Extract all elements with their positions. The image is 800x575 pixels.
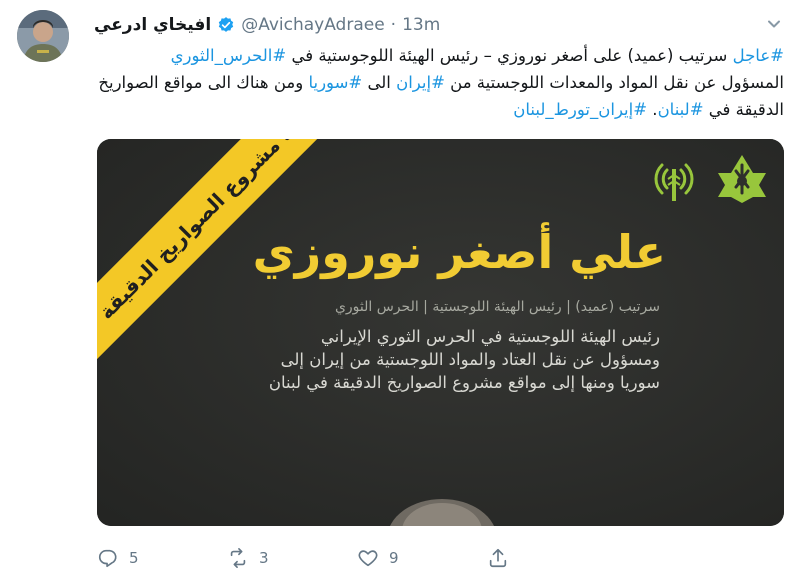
- reply-icon: [98, 549, 117, 568]
- retweet-button[interactable]: 3: [227, 547, 357, 569]
- tweet-text: #عاجل سرتيب (عميد) على أصغر نوروزي – رئي…: [94, 42, 784, 123]
- separator-dot: ·: [390, 15, 397, 35]
- tweet-text-line-2: المسؤول عن نقل المواد والمعدات اللوجستية…: [94, 69, 784, 96]
- share-icon: [489, 548, 507, 568]
- tweet-media-image[interactable]: قادة مشروع الصواريخ الدقيقة علي أصغر نور…: [97, 139, 784, 526]
- tweet-text-segment: سرتيب (عميد) على أصغر نوروزي – رئيس الهي…: [286, 46, 733, 65]
- like-count: 9: [389, 549, 399, 567]
- tweet-header: افيخاي ادرعي @AvichayAdraee · 13m: [94, 12, 440, 38]
- tweet-text-segment: الدقيقة في: [703, 100, 784, 119]
- media-description-line: ومسؤول عن نقل العتاد والمواد اللوجستية م…: [280, 350, 660, 369]
- tweet-timestamp[interactable]: 13m: [402, 15, 440, 35]
- tweet-text-segment: الى: [362, 73, 397, 92]
- hashtag-link[interactable]: #سوريا: [308, 73, 362, 92]
- tweet-text-line-3: الدقيقة في #لبنان. #إيران_تورط_لبنان: [94, 96, 784, 123]
- intelligence-antenna-logo-icon: [646, 151, 702, 207]
- tweet-actions: 5 3 9: [97, 544, 617, 572]
- tweet-text-segment: ومن هناك الى مواقع الصواريخ: [98, 73, 309, 92]
- hashtag-link[interactable]: #إيران_تورط_لبنان: [513, 100, 647, 119]
- verified-badge-icon: [217, 16, 235, 34]
- hashtag-link[interactable]: #الحرس_الثوري: [171, 46, 287, 65]
- media-person-name: علي أصغر نوروزي: [252, 225, 666, 279]
- hashtag-link[interactable]: #لبنان: [658, 100, 704, 119]
- tweet-text-segment: المسؤول عن نقل المواد والمعدات اللوجستية…: [444, 73, 784, 92]
- tweet-text-segment: .: [647, 100, 658, 119]
- retweet-icon: [230, 548, 246, 568]
- hashtag-link[interactable]: #عاجل: [733, 46, 784, 65]
- idf-star-logo-icon: [714, 151, 770, 207]
- avatar[interactable]: [17, 10, 69, 62]
- media-rank-line: سرتيب (عميد) | رئيس الهيئة اللوجستية | ا…: [334, 299, 660, 315]
- like-icon: [358, 550, 378, 567]
- media-description: رئيس الهيئة اللوجستية في الحرس الثوري ال…: [200, 325, 660, 394]
- media-description-line: رئيس الهيئة اللوجستية في الحرس الثوري ال…: [320, 327, 660, 346]
- reply-button[interactable]: 5: [97, 547, 227, 569]
- hashtag-link[interactable]: #إيران: [396, 73, 445, 92]
- retweet-count: 3: [259, 549, 269, 567]
- tweet-text-line-1: #عاجل سرتيب (عميد) على أصغر نوروزي – رئي…: [94, 42, 784, 69]
- like-button[interactable]: 9: [357, 547, 487, 569]
- reply-count: 5: [129, 549, 139, 567]
- media-description-line: سوريا ومنها إلى مواقع مشروع الصواريخ الد…: [268, 373, 660, 392]
- chevron-down-icon[interactable]: [764, 14, 784, 34]
- display-name[interactable]: افيخاي ادرعي: [94, 15, 211, 35]
- user-handle[interactable]: @AvichayAdraee: [241, 15, 384, 35]
- share-button[interactable]: [487, 547, 617, 569]
- avatar-image: [17, 10, 69, 62]
